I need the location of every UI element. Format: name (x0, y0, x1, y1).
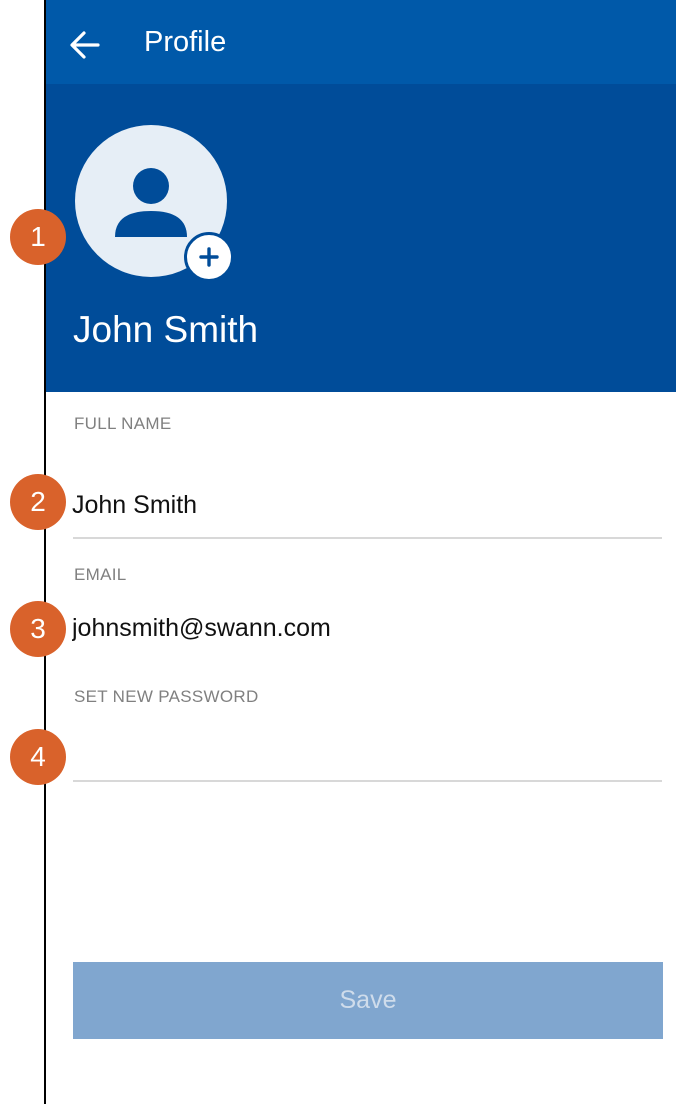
save-button[interactable]: Save (73, 962, 663, 1039)
password-label: SET NEW PASSWORD (74, 687, 259, 706)
annotation-badge-3: 3 (10, 601, 66, 657)
annotation-badge-2: 2 (10, 474, 66, 530)
arrow-left-icon[interactable] (68, 28, 102, 62)
profile-header: John Smith (46, 84, 676, 392)
plus-icon (199, 247, 219, 267)
full-name-label: FULL NAME (74, 414, 172, 433)
password-input[interactable] (72, 732, 652, 762)
full-name-underline (73, 537, 662, 539)
page-title: Profile (144, 26, 227, 58)
password-underline (73, 780, 662, 782)
profile-name: John Smith (73, 309, 259, 350)
email-label: EMAIL (74, 565, 127, 584)
annotation-badge-4: 4 (10, 729, 66, 785)
person-icon (115, 168, 187, 237)
add-photo-button[interactable] (184, 232, 234, 282)
annotation-badge-1: 1 (10, 209, 66, 265)
full-name-input[interactable] (72, 490, 652, 520)
email-input[interactable] (72, 613, 652, 643)
app-bar: Profile (46, 0, 676, 84)
